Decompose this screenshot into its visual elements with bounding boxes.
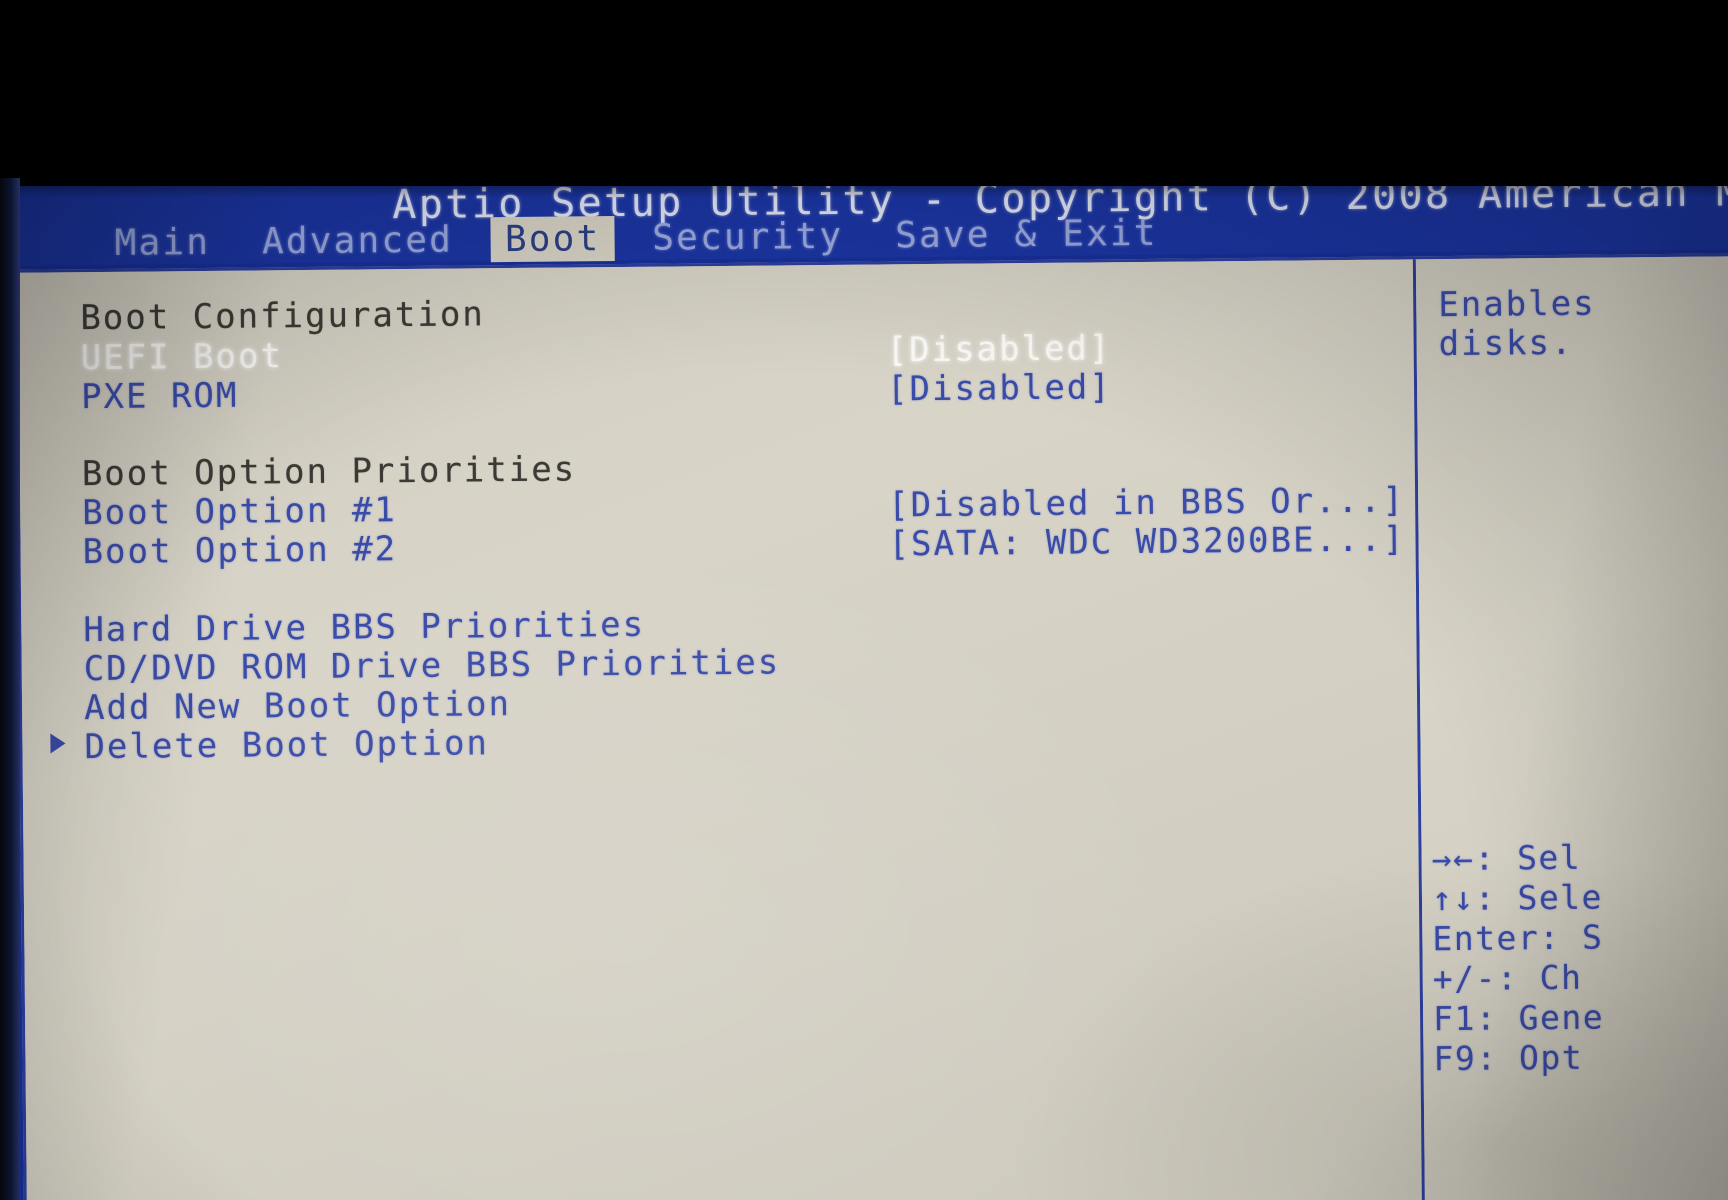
key-hint-enter-combo: Enter: xyxy=(1432,917,1561,959)
key-hint-f9-desc: Opt xyxy=(1518,1037,1584,1078)
key-hint-select-up-down-desc: Sele xyxy=(1517,877,1604,918)
pxe-rom-label: PXE ROM xyxy=(80,375,239,418)
key-hint-enter-desc: S xyxy=(1581,917,1604,957)
help-pane: Enables disks. →←: Sel ↑↓: Sele Enter: S… xyxy=(1415,256,1728,1200)
key-hint-select-left-right-desc: Sel xyxy=(1516,837,1582,878)
key-hint-f1: F1: Gene xyxy=(1433,998,1604,1039)
tab-save-exit[interactable]: Save & Exit xyxy=(881,211,1172,259)
boot-option-2-label: Boot Option #2 xyxy=(82,529,398,573)
key-hint-enter: Enter: S xyxy=(1432,918,1603,959)
key-hint-plus-minus: +/-: Ch xyxy=(1433,958,1583,998)
delete-boot-option-label[interactable]: Delete Boot Option xyxy=(84,723,489,767)
uefi-boot-value[interactable]: [Disabled] xyxy=(887,328,1112,370)
tab-advanced[interactable]: Advanced xyxy=(248,217,467,264)
uefi-boot-label: UEFI Boot xyxy=(80,336,284,379)
help-text-line-1: Enables xyxy=(1438,283,1596,326)
key-hint-select-left-right: →←: Sel xyxy=(1431,838,1581,878)
setup-body: Boot Configuration UEFI Boot [Disabled] … xyxy=(14,253,1728,1200)
hard-drive-bbs-priorities-label[interactable]: Hard Drive BBS Priorities xyxy=(83,605,645,650)
add-new-boot-option-label[interactable]: Add New Boot Option xyxy=(84,684,511,728)
bios-screenshot: Aptio Setup Utility - Copyright (C) 2008… xyxy=(0,0,1728,1200)
key-hint-f9-combo: F9: xyxy=(1433,1038,1498,1079)
key-hint-plus-minus-combo: +/-: xyxy=(1432,958,1519,999)
settings-pane: Boot Configuration UEFI Boot [Disabled] … xyxy=(17,259,1425,1200)
key-hint-select-up-down-combo: ↑↓: xyxy=(1431,878,1497,919)
key-hint-select-left-right-combo: →←: xyxy=(1431,838,1496,879)
monitor-left-bezel xyxy=(0,178,20,1200)
tab-security[interactable]: Security xyxy=(638,214,857,261)
boot-option-1-label: Boot Option #1 xyxy=(82,490,397,534)
selection-triangle-icon xyxy=(50,733,66,754)
monitor-surface: Aptio Setup Utility - Copyright (C) 2008… xyxy=(0,161,1728,1200)
help-text-line-2: disks. xyxy=(1438,322,1574,365)
key-hint-f1-desc: Gene xyxy=(1518,997,1605,1038)
pxe-rom-value[interactable]: [Disabled] xyxy=(887,367,1112,409)
boot-option-1-value[interactable]: [Disabled in BBS Or...] xyxy=(888,480,1405,525)
key-hint-select-up-down: ↑↓: Sele xyxy=(1432,878,1603,919)
tab-boot[interactable]: Boot xyxy=(490,216,615,263)
tab-main[interactable]: Main xyxy=(100,220,224,266)
key-hint-f9: F9: Opt xyxy=(1433,1038,1583,1078)
section-boot-configuration-label: Boot Configuration xyxy=(80,294,485,339)
section-boot-option-priorities-label: Boot Option Priorities xyxy=(81,449,577,495)
boot-option-2-value[interactable]: [SATA: WDC WD3200BE...] xyxy=(888,519,1405,564)
key-hint-f1-combo: F1: xyxy=(1432,998,1498,1039)
photo-black-top-fade xyxy=(0,150,1728,198)
key-hint-plus-minus-desc: Ch xyxy=(1539,957,1583,998)
